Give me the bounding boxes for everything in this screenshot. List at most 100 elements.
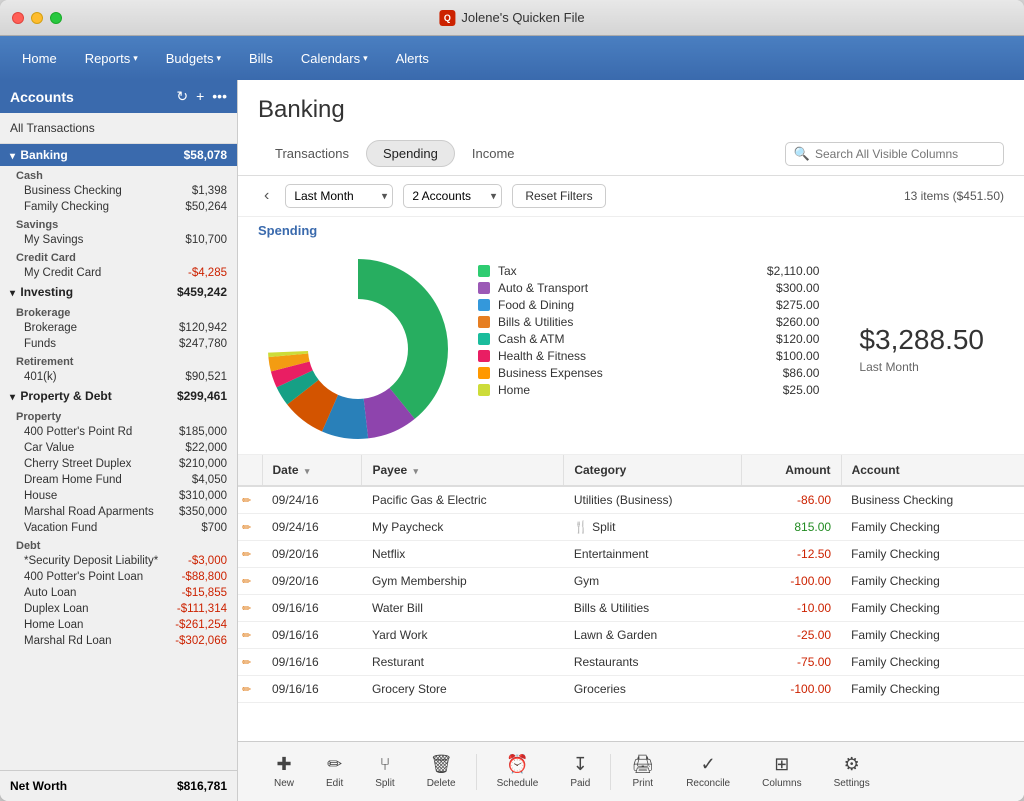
property-debt-group-header[interactable]: ▾ Property & Debt $299,461 [0,385,237,407]
legend-home: Home $25.00 [478,383,819,397]
my-credit-card-item[interactable]: My Credit Card-$4,285 [0,265,237,281]
settings-icon: ⚙ [844,754,860,775]
accounts-select[interactable]: 2 Accounts All Accounts [403,184,502,208]
edit-button[interactable]: ✏ Edit [310,748,359,795]
table-row[interactable]: ✏ 09/16/16 Grocery Store Groceries -100.… [238,676,1024,703]
app-icon: Q [439,10,455,26]
period-select-wrap[interactable]: Last Month This Month Last 3 Months [285,184,393,208]
table-row[interactable]: ✏ 09/20/16 Netflix Entertainment -12.50 … [238,541,1024,568]
edit-pencil-icon[interactable]: ✏ [242,657,251,669]
duplex-loan-item[interactable]: Duplex Loan-$111,314 [0,601,237,617]
accounts-select-wrap[interactable]: 2 Accounts All Accounts [403,184,502,208]
col-amount[interactable]: Amount [742,455,841,486]
house-item[interactable]: House$310,000 [0,488,237,504]
edit-pencil-icon[interactable]: ✏ [242,522,251,534]
col-category[interactable]: Category [564,455,742,486]
table-row[interactable]: ✏ 09/24/16 My Paycheck 🍴 Split 815.00 Fa… [238,514,1024,541]
nav-calendars[interactable]: Calendars ▾ [287,45,382,72]
period-select[interactable]: Last Month This Month Last 3 Months [285,184,393,208]
bottom-toolbar: ✚ New ✏ Edit ⑂ Split 🗑 Delete ⏰ [238,741,1024,801]
paid-button[interactable]: ↧ Paid [554,748,606,795]
sidebar-footer: Net Worth $816,781 [0,770,237,801]
all-transactions-item[interactable]: All Transactions [0,113,237,144]
more-icon[interactable]: ••• [212,88,227,105]
cell-amount: -10.00 [742,595,841,622]
nav-bills[interactable]: Bills [235,45,287,72]
new-icon: ✚ [276,754,291,775]
business-checking-item[interactable]: Business Checking$1,398 [0,183,237,199]
cell-category: Lawn & Garden [564,622,742,649]
add-account-icon[interactable]: + [196,88,204,105]
reconcile-button[interactable]: ✓ Reconcile [670,748,746,795]
table-row[interactable]: ✏ 09/24/16 Pacific Gas & Electric Utilit… [238,486,1024,514]
tab-spending[interactable]: Spending [366,140,455,167]
columns-button[interactable]: ⊞ Columns [746,748,817,795]
tab-income[interactable]: Income [455,140,532,167]
edit-pencil-icon[interactable]: ✏ [242,495,251,507]
vacation-fund-item[interactable]: Vacation Fund$700 [0,520,237,536]
nav-home[interactable]: Home [8,45,71,72]
filter-info: 13 items ($451.50) [904,189,1004,203]
close-button[interactable] [12,12,24,24]
table-row[interactable]: ✏ 09/16/16 Yard Work Lawn & Garden -25.0… [238,622,1024,649]
prev-period-button[interactable]: ‹ [258,185,275,207]
edit-pencil-icon[interactable]: ✏ [242,603,251,615]
marshal-road-item[interactable]: Marshal Road Aparments$350,000 [0,504,237,520]
cell-date: 09/16/16 [262,595,362,622]
edit-pencil-icon[interactable]: ✏ [242,549,251,561]
brokerage-item[interactable]: Brokerage$120,942 [0,320,237,336]
car-value-item[interactable]: Car Value$22,000 [0,440,237,456]
potters-point-loan-item[interactable]: 400 Potter's Point Loan-$88,800 [0,569,237,585]
col-date[interactable]: Date ▾ [262,455,362,486]
toolbar-divider-2 [610,754,611,790]
table-row[interactable]: ✏ 09/16/16 Water Bill Bills & Utilities … [238,595,1024,622]
cell-date: 09/24/16 [262,486,362,514]
print-button[interactable]: 🖨 Print [615,748,670,795]
edit-pencil-icon[interactable]: ✏ [242,576,251,588]
my-savings-item[interactable]: My Savings$10,700 [0,232,237,248]
col-account[interactable]: Account [841,455,1024,486]
tab-transactions[interactable]: Transactions [258,140,366,167]
minimize-button[interactable] [31,12,43,24]
schedule-button[interactable]: ⏰ Schedule [481,748,555,795]
delete-button[interactable]: 🗑 Delete [411,748,472,795]
nav-alerts[interactable]: Alerts [382,45,443,72]
cell-account: Family Checking [841,514,1024,541]
delete-icon: 🗑 [430,754,453,775]
family-checking-item[interactable]: Family Checking$50,264 [0,199,237,215]
marshal-rd-loan-item[interactable]: Marshal Rd Loan-$302,066 [0,633,237,649]
table-row[interactable]: ✏ 09/16/16 Resturant Restaurants -75.00 … [238,649,1024,676]
dream-home-fund-item[interactable]: Dream Home Fund$4,050 [0,472,237,488]
cherry-street-duplex-item[interactable]: Cherry Street Duplex$210,000 [0,456,237,472]
auto-loan-item[interactable]: Auto Loan-$15,855 [0,585,237,601]
maximize-button[interactable] [50,12,62,24]
reset-filters-button[interactable]: Reset Filters [512,184,605,208]
home-loan-item[interactable]: Home Loan-$261,254 [0,617,237,633]
refresh-icon[interactable]: ↻ [176,88,188,105]
cell-account: Family Checking [841,622,1024,649]
nav-budgets[interactable]: Budgets ▾ [152,45,235,72]
cell-category: Groceries [564,676,742,703]
funds-item[interactable]: Funds$247,780 [0,336,237,352]
table-row[interactable]: ✏ 09/20/16 Gym Membership Gym -100.00 Fa… [238,568,1024,595]
security-deposit-item[interactable]: *Security Deposit Liability*-$3,000 [0,553,237,569]
search-input[interactable] [815,147,995,161]
window-controls[interactable] [12,12,62,24]
new-button[interactable]: ✚ New [258,748,310,795]
legend-tax: Tax $2,110.00 [478,264,819,278]
settings-button[interactable]: ⚙ Settings [818,748,886,795]
cell-date: 09/20/16 [262,541,362,568]
potters-point-item[interactable]: 400 Potter's Point Rd$185,000 [0,424,237,440]
sidebar-actions[interactable]: ↻ + ••• [176,88,227,105]
banking-group-header[interactable]: ▾ Banking $58,078 [0,144,237,166]
edit-pencil-icon[interactable]: ✏ [242,630,251,642]
cell-amount: 815.00 [742,514,841,541]
401k-item[interactable]: 401(k)$90,521 [0,369,237,385]
nav-reports[interactable]: Reports ▾ [71,45,152,72]
split-button[interactable]: ⑂ Split [359,748,410,795]
edit-pencil-icon[interactable]: ✏ [242,684,251,696]
investing-group-header[interactable]: ▾ Investing $459,242 [0,281,237,303]
col-payee[interactable]: Payee ▾ [362,455,564,486]
search-bar[interactable]: 🔍 [785,142,1004,166]
legend-business: Business Expenses $86.00 [478,366,819,380]
